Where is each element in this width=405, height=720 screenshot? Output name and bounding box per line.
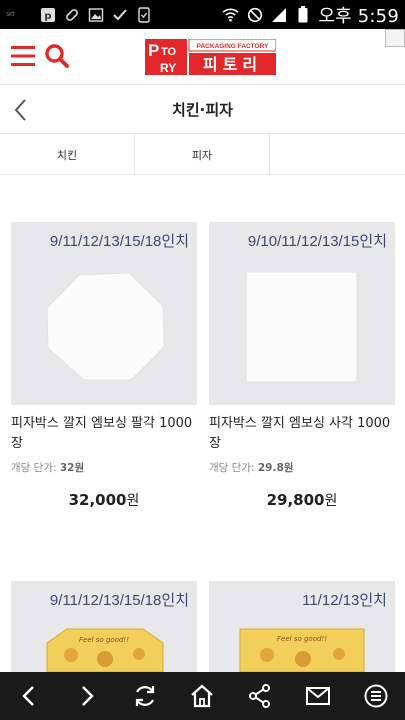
share-icon[interactable] xyxy=(245,681,275,711)
product-name[interactable]: 피자박스 깔지 엠보싱 사각 1000장 xyxy=(209,414,395,454)
unit-price: 개당 단가: 32원 xyxy=(11,462,85,474)
block-icon xyxy=(246,6,263,23)
pizza-box-image xyxy=(46,628,164,672)
product-image[interactable]: 9/10/11/12/13/15인치 xyxy=(209,222,395,405)
pill-icon xyxy=(63,6,80,23)
box-text: Feel so good!! xyxy=(79,636,130,644)
tab-chicken[interactable]: 치킨 xyxy=(0,134,135,175)
menu-icon[interactable] xyxy=(11,44,35,68)
more-icon[interactable] xyxy=(361,681,391,711)
prev-icon[interactable] xyxy=(14,681,44,711)
svg-text:피토리: 피토리 xyxy=(203,55,262,74)
product-image[interactable]: 11/12/13인치 Feel so good!! xyxy=(209,581,395,672)
app-header: P TO RY PACKAGING FACTORY 피토리 xyxy=(0,29,405,85)
gallery-icon xyxy=(87,6,104,23)
search-icon[interactable] xyxy=(44,43,70,69)
product-image[interactable]: 9/11/12/13/15/18인치 Feel so good!! xyxy=(11,581,197,672)
phone-check-icon xyxy=(135,6,152,23)
product-card[interactable]: 11/12/13인치 Feel so good!! xyxy=(209,581,395,672)
battery-icon xyxy=(294,6,311,23)
product-card[interactable]: 9/10/11/12/13/15인치 피자박스 깔지 엠보싱 사각 1000장 … xyxy=(209,222,395,510)
product-price: 29,800원 xyxy=(266,491,338,509)
mail-icon[interactable] xyxy=(303,681,333,711)
tab-empty[interactable] xyxy=(270,134,405,175)
product-card[interactable]: 9/11/12/13/15/18인치 피자박스 깔지 엠보싱 팔각 1000장 … xyxy=(11,222,197,510)
product-image[interactable]: 9/11/12/13/15/18인치 xyxy=(11,222,197,405)
carrier-label: SKT xyxy=(6,11,16,18)
square-liner-image xyxy=(245,271,358,383)
check-icon xyxy=(111,6,128,23)
browser-nav-bar xyxy=(0,672,405,720)
clock: 오후 5:59 xyxy=(318,5,399,27)
svg-text:P: P xyxy=(148,41,159,60)
unit-price: 개당 단가: 29.8원 xyxy=(209,462,294,474)
product-price: 32,000원 xyxy=(68,491,140,509)
svg-text:p: p xyxy=(44,11,51,22)
status-bar: SKT p 오후 5:59 xyxy=(0,0,405,29)
logo[interactable]: P TO RY PACKAGING FACTORY 피토리 xyxy=(145,38,277,75)
pizza-box-image xyxy=(239,628,365,672)
svg-text:RY: RY xyxy=(160,61,176,75)
svg-text:TO: TO xyxy=(161,46,177,58)
category-title-bar: 치킨·피자 xyxy=(0,86,405,134)
broken-image-icon xyxy=(385,29,405,47)
p-app-icon: p xyxy=(39,6,56,23)
product-card[interactable]: 9/11/12/13/15/18인치 Feel so good!! xyxy=(11,581,197,672)
svg-text:PACKAGING FACTORY: PACKAGING FACTORY xyxy=(197,43,269,50)
signal-icon xyxy=(270,6,287,23)
home-icon[interactable] xyxy=(187,681,217,711)
page-title: 치킨·피자 xyxy=(172,101,233,119)
wifi-icon xyxy=(222,6,239,23)
box-text: Feel so good!! xyxy=(277,635,328,643)
tab-pizza[interactable]: 피자 xyxy=(135,134,270,175)
product-name[interactable]: 피자박스 깔지 엠보싱 팔각 1000장 xyxy=(11,414,197,454)
octagon-liner-image xyxy=(46,272,165,381)
refresh-icon[interactable] xyxy=(130,681,160,711)
subcategory-tabs: 치킨 피자 xyxy=(0,134,405,175)
next-icon[interactable] xyxy=(72,681,102,711)
